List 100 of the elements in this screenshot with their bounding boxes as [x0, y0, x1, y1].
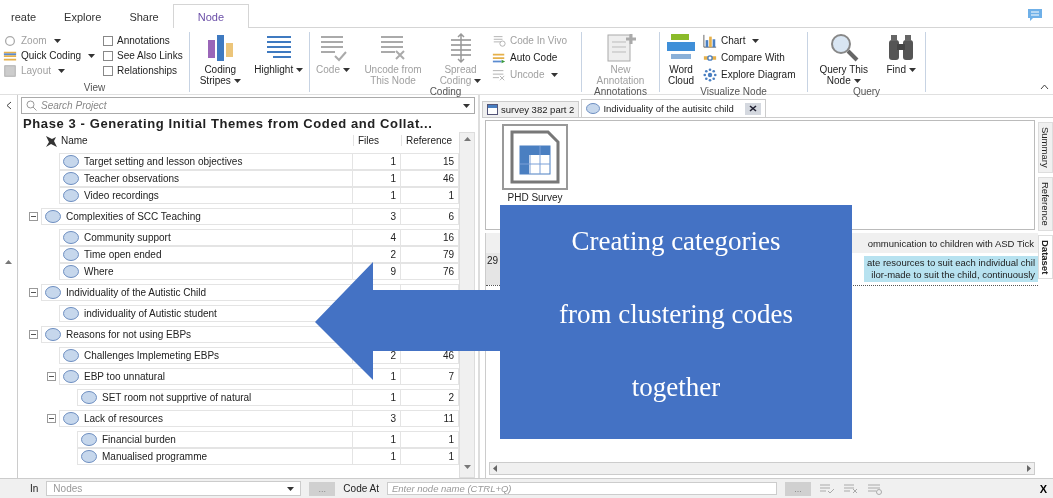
pin-icon: [45, 134, 57, 147]
close-button[interactable]: [744, 102, 761, 115]
document-tab[interactable]: Individuality of the autisitc child: [581, 99, 766, 117]
scroll-right-icon[interactable]: [1024, 463, 1034, 474]
collapse-icon[interactable]: [47, 414, 56, 423]
table-cell[interactable]: ate resources to suit each individual chil ilor-made to suit the child, continuously: [864, 256, 1038, 282]
group-label: Query: [851, 86, 882, 97]
node-icon: [63, 349, 79, 362]
ribbon-button[interactable]: Compare With: [703, 50, 796, 65]
caret-icon: [342, 68, 350, 73]
search-field[interactable]: Search Project: [21, 97, 475, 114]
scroll-up-icon[interactable]: [463, 137, 471, 141]
node-name[interactable]: Time open ended: [84, 249, 162, 260]
node-icon: [63, 231, 79, 244]
ribbon-button[interactable]: Chart: [703, 33, 796, 48]
column-label: Name: [61, 135, 88, 146]
close-icon: [748, 104, 757, 112]
group-label: Annotations: [593, 86, 648, 97]
collapse-icon[interactable]: [29, 330, 38, 339]
column-header[interactable]: Name: [21, 134, 353, 147]
node-icon: [63, 370, 79, 383]
file-name: PHD Survey: [507, 192, 563, 203]
ribbon-button[interactable]: Coding Stripes: [195, 32, 246, 86]
caret-icon: [463, 103, 470, 108]
ribbon-button[interactable]: Explore Diagram: [703, 67, 796, 82]
collapse-icon[interactable]: [47, 372, 56, 381]
annotation-icon: [604, 32, 637, 64]
zoom-icon: [3, 33, 17, 48]
side-tab[interactable]: Dataset: [1038, 234, 1053, 279]
node-icon: [63, 307, 79, 320]
caret-icon: [88, 53, 96, 58]
node-icon: [63, 412, 79, 425]
node-name[interactable]: Video recordings: [84, 190, 159, 201]
node-name[interactable]: EBP too unnatural: [84, 371, 165, 382]
caret-icon: [853, 79, 861, 84]
field-label: Code At: [343, 483, 379, 494]
checkbox[interactable]: See Also Links: [103, 48, 183, 63]
input-field[interactable]: Enter node name (CTRL+Q): [386, 482, 777, 495]
node-icon: [45, 328, 61, 341]
node-icon: [63, 189, 79, 202]
node-icon: [63, 248, 79, 261]
group-label: View: [82, 82, 107, 93]
ribbon-tab[interactable]: Node: [172, 4, 250, 28]
ribbon-button[interactable]: Word Cloud: [663, 32, 699, 86]
uncode-icon: [492, 67, 506, 82]
caret-icon: [287, 486, 295, 491]
table-cell: 1: [353, 448, 401, 465]
scrollbar[interactable]: [489, 462, 1035, 475]
scroll-down-icon[interactable]: [463, 465, 471, 469]
ribbon-button[interactable]: Highlight: [253, 32, 304, 86]
node-icon: [63, 265, 79, 278]
ribbon-button[interactable]: Query This Node: [813, 32, 874, 86]
table-cell: 1: [353, 153, 401, 170]
caret-icon: [752, 38, 760, 43]
group-label: Visualize Node: [699, 86, 768, 97]
caret-icon: [551, 72, 559, 77]
dataset-icon: [487, 104, 498, 115]
ribbon-button[interactable]: Quick Coding: [3, 48, 96, 63]
scroll-left-icon[interactable]: [490, 463, 500, 474]
caret-icon: [53, 38, 61, 43]
side-tab[interactable]: Reference: [1038, 176, 1053, 231]
node-icon: [45, 286, 61, 299]
collapse-icon[interactable]: [29, 212, 38, 221]
node-icon: [45, 210, 61, 223]
chevron-left-icon[interactable]: [5, 101, 12, 110]
search-icon: [26, 100, 37, 111]
node-name[interactable]: Lack of resources: [84, 413, 163, 424]
checkbox[interactable]: Annotations: [103, 33, 183, 48]
table-cell: 1: [353, 170, 401, 187]
layout-icon: [3, 63, 17, 78]
table-cell: 1: [353, 187, 401, 204]
ribbon-button[interactable]: Auto Code: [492, 50, 568, 65]
node-icon: [81, 391, 97, 404]
field-label: In: [30, 483, 39, 494]
bar-chart-icon: [703, 33, 717, 48]
node-icon: [81, 450, 97, 463]
caret-icon: [58, 68, 66, 73]
side-tab[interactable]: Summary: [1038, 122, 1053, 173]
panel-title: Phase 3 - Generating Initial Themes from Coded and Collat...: [22, 115, 434, 132]
collapse-icon[interactable]: [29, 288, 38, 297]
node-icon: [81, 433, 97, 446]
close-button[interactable]: X: [1039, 482, 1047, 495]
node-name[interactable]: Where: [84, 266, 114, 277]
node-name[interactable]: Community support: [84, 232, 171, 243]
diagram-icon: [703, 67, 717, 82]
node-icon: [586, 103, 601, 114]
ribbon-button[interactable]: Find: [883, 32, 920, 86]
column-header[interactable]: Files: [353, 135, 401, 146]
node-icon: [63, 155, 79, 168]
group-label: Coding: [428, 86, 462, 97]
scroll-up-icon[interactable]: [5, 260, 12, 264]
caret-icon: [474, 79, 482, 84]
node-icon: [63, 172, 79, 185]
document-tab[interactable]: survey 382 part 2: [482, 101, 580, 117]
node-name[interactable]: Financial burden: [102, 434, 176, 445]
caret-icon: [233, 79, 241, 84]
spreadsheet-file-icon[interactable]: [502, 124, 568, 190]
checkbox[interactable]: Relationships: [103, 63, 183, 78]
chevron-up-icon[interactable]: [1040, 84, 1049, 90]
caret-icon: [908, 68, 916, 73]
